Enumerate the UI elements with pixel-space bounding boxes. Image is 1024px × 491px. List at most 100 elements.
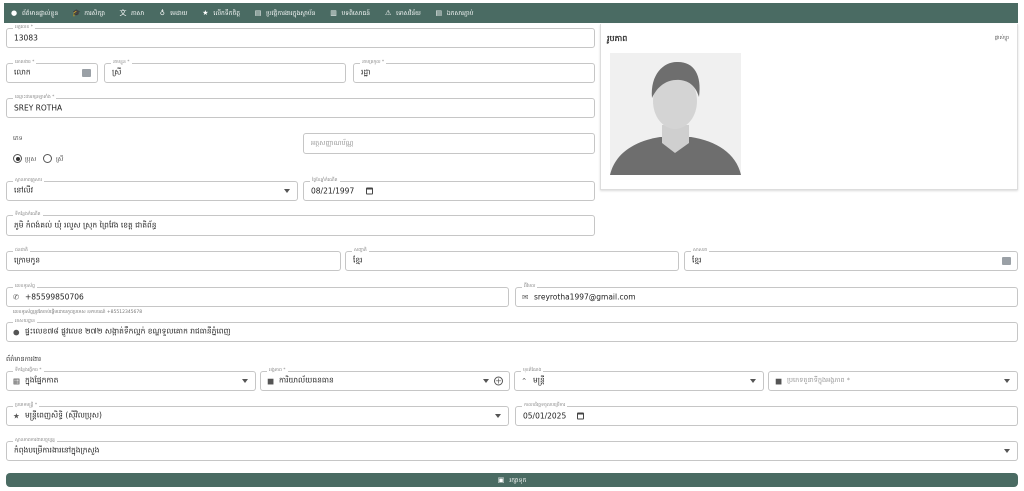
religion-select[interactable]: សាសនា ខ្មែរ bbox=[684, 247, 1018, 271]
clear-icon[interactable] bbox=[82, 69, 91, 77]
field-value: SREY ROTHA bbox=[14, 103, 63, 113]
email-icon: ✉ bbox=[522, 292, 529, 302]
tab-experience[interactable]: ▥ បទពិសោធន៍ bbox=[330, 3, 370, 23]
chevron-down-icon bbox=[242, 379, 248, 383]
phone-hint: លេខទូរស័ព្ទត្រូវតែចាប់ផ្តើមដោយកូដប្រទេស … bbox=[13, 310, 143, 315]
field-value: មន្ត្រី bbox=[533, 375, 545, 385]
clear-icon[interactable] bbox=[1002, 257, 1011, 265]
field-label: នាមត្រកូល * bbox=[360, 59, 387, 67]
field-value: ខ្មែរ bbox=[353, 255, 363, 265]
field-label: ប្រភេទមន្ត្រី * bbox=[13, 402, 40, 410]
field-value: មន្ត្រីពេញសិទ្ធិ (ស៊ីវិលប្រុស) bbox=[25, 410, 102, 420]
tab-label: ឯកសារភ្ជាប់ bbox=[446, 9, 474, 17]
workplace-select[interactable]: ទីកន្លែងធ្វើការ * ▦ ក្នុងផ្នែកកាត bbox=[6, 367, 256, 391]
email-field[interactable]: អ៊ីមែល ✉ sreyrotha1997@gmail.com bbox=[515, 283, 1018, 307]
tab-education[interactable]: 🎓 ការសិក្សា bbox=[72, 3, 105, 23]
unit-select[interactable]: អង្គភាព * ■ ការិយាល័យធនធាន + bbox=[260, 367, 510, 391]
tab-label: ព័ត៌មានផ្ទាល់ខ្លួន bbox=[22, 9, 59, 17]
chevron-down-icon bbox=[750, 379, 756, 383]
tab-discipline[interactable]: ⚠ ទោសវិន័យ bbox=[384, 3, 421, 23]
phone-icon: ✆ bbox=[13, 292, 20, 302]
tab-encouragement[interactable]: ★ លើកទឹកចិត្ត bbox=[201, 3, 240, 23]
birthplace-field[interactable]: ទីកន្លែងកំណើត ភូមិ កំពង់គល់ ឃុំ រលួស ស្រ… bbox=[6, 211, 595, 236]
calendar-icon[interactable] bbox=[366, 187, 373, 195]
start-date-field[interactable]: កាលបរិច្ឆេទចូលបម្រើការ 05/01/2025 bbox=[515, 402, 1018, 426]
change-photo-link[interactable]: ផ្លាស់ប្តូរ bbox=[995, 35, 1009, 42]
medal-icon: ♁ bbox=[159, 9, 165, 17]
field-placeholder: អត្តសញ្ញាណប័ណ្ណ bbox=[311, 138, 354, 147]
building-icon: ▦ bbox=[13, 376, 21, 386]
field-value: ក្នុងផ្នែកកាត bbox=[25, 375, 59, 385]
briefcase-icon: ■ bbox=[775, 376, 783, 386]
field-label: អត្តលេខ * bbox=[13, 24, 35, 32]
photo-card: រូបភាព ផ្លាស់ប្តូរ bbox=[600, 24, 1018, 190]
tab-label: ការសិក្សា bbox=[84, 9, 105, 17]
tab-attachments[interactable]: ▤ ឯកសារភ្ជាប់ bbox=[435, 3, 474, 23]
field-label: អង្គភាព * bbox=[267, 367, 288, 375]
field-value: ស្រី bbox=[112, 67, 122, 77]
last-name-field[interactable]: នាមត្រកូល * រដ្ឋា bbox=[353, 59, 595, 83]
field-label: គោរមងារ * bbox=[13, 59, 37, 67]
save-button[interactable]: ▣ រក្សាទុក bbox=[6, 473, 1018, 487]
address-field[interactable]: អាសយដ្ឋាន ● ផ្ទះលេខ៧៨ ផ្លូវលេខ ២៧២ សង្កា… bbox=[6, 318, 1018, 342]
field-placeholder: ប្រភេទតួនាទីក្នុងអង្គភាព * bbox=[787, 376, 850, 384]
person-silhouette-icon bbox=[610, 53, 741, 175]
field-label: សាសនា bbox=[691, 247, 710, 255]
field-label: ទីកន្លែងកំណើត bbox=[13, 211, 43, 219]
tab-work-history[interactable]: ▤ ប្រវត្តិការងារក្នុងស្ថាប័ន bbox=[254, 3, 316, 23]
ethnicity-field[interactable]: ជនជាតិ ក្រោមកូន bbox=[6, 247, 341, 271]
field-value: រដ្ឋា bbox=[361, 67, 371, 77]
gender-male-radio[interactable] bbox=[13, 154, 22, 163]
date-of-birth-field[interactable]: ថ្ងៃខែឆ្នាំកំណើត 08/21/1997 bbox=[303, 177, 595, 201]
field-value: sreyrotha1997@gmail.com bbox=[534, 292, 636, 302]
nationality-field[interactable]: សញ្ជាតិ ខ្មែរ bbox=[345, 247, 679, 271]
latin-name-field[interactable]: ឈ្មោះជាអក្សរឡាតាំង * SREY ROTHA bbox=[6, 94, 595, 118]
work-info-heading: ព័ត៌មានការងារ bbox=[6, 355, 42, 363]
field-value: 05/01/2025 bbox=[523, 411, 567, 421]
tab-label: មេដាយ bbox=[170, 9, 188, 17]
tab-personal-info[interactable]: ● ព័ត៌មានផ្ទាល់ខ្លួន bbox=[10, 3, 58, 23]
add-circle-icon[interactable]: + bbox=[494, 376, 503, 386]
gender-female-label: ស្រី bbox=[56, 156, 64, 163]
save-label: រក្សាទុក bbox=[509, 476, 527, 484]
work-status-select[interactable]: ស្ថានភាពការងារបច្ចុប្បន្ន កំពុងបម្រើការង… bbox=[6, 437, 1018, 461]
field-label: កាលបរិច្ឆេទចូលបម្រើការ bbox=[522, 402, 568, 410]
gender-female-radio[interactable] bbox=[43, 154, 52, 163]
phone-field[interactable]: លេខទូរស័ព្ទ ✆ +85599850706 bbox=[6, 283, 509, 307]
field-value: នៅលីវ bbox=[14, 185, 34, 195]
list-icon: ▥ bbox=[330, 9, 337, 17]
rank-chevrons-icon: ⌃ bbox=[521, 376, 528, 386]
tab-medal[interactable]: ♁ មេដាយ bbox=[158, 3, 188, 23]
field-label: នាមខ្លួន * bbox=[111, 59, 132, 67]
employee-id-field[interactable]: អត្តលេខ * 13083 bbox=[6, 24, 595, 48]
field-label: ទីកន្លែងធ្វើការ * bbox=[13, 367, 44, 375]
document-icon: ▤ bbox=[435, 9, 443, 17]
field-label: ថ្ងៃខែឆ្នាំកំណើត bbox=[310, 177, 340, 185]
field-label: មុខតំណែង bbox=[521, 367, 544, 375]
field-label: អាសយដ្ឋាន bbox=[13, 318, 37, 326]
star-icon: ★ bbox=[202, 9, 209, 17]
tab-language[interactable]: 文ភាសា bbox=[119, 3, 144, 23]
field-value: ក្រោមកូន bbox=[14, 255, 41, 265]
field-value: 08/21/1997 bbox=[311, 186, 355, 196]
field-value: ភូមិ កំពង់គល់ ឃុំ រលួស ស្រុក ព្រៃវែង ខេត… bbox=[14, 220, 157, 229]
calendar-icon[interactable] bbox=[577, 412, 584, 420]
briefcase-icon: ▤ bbox=[254, 9, 262, 17]
map-pin-icon: ● bbox=[13, 327, 20, 337]
field-label: ស្ថានភាពការងារបច្ចុប្បន្ន bbox=[13, 437, 57, 445]
chevron-down-icon bbox=[1004, 449, 1010, 453]
staff-type-select[interactable]: ប្រភេទមន្ត្រី * ★ មន្ត្រីពេញសិទ្ធិ (ស៊ីវ… bbox=[6, 402, 509, 426]
field-label: ជនជាតិ bbox=[13, 247, 30, 255]
warning-icon: ⚠ bbox=[384, 9, 392, 17]
photo-title: រូបភាព bbox=[607, 34, 628, 43]
marital-status-select[interactable]: ស្ថានភាពគ្រួសារ នៅលីវ bbox=[6, 177, 298, 201]
avatar-placeholder bbox=[610, 53, 741, 175]
first-name-field[interactable]: នាមខ្លួន * ស្រី bbox=[104, 59, 346, 83]
field-value: ផ្ទះលេខ៧៨ ផ្លូវលេខ ២៧២ សង្កាត់ទឹកល្អក់ ខ… bbox=[25, 326, 231, 336]
section-tab-bar: ● ព័ត៌មានផ្ទាល់ខ្លួន 🎓 ការសិក្សា 文ភាសា ♁ មេ… bbox=[4, 3, 1018, 23]
translate-icon: 文 bbox=[119, 9, 127, 17]
id-card-field[interactable]: អត្តសញ្ញាណប័ណ្ណ bbox=[303, 133, 595, 154]
role-type-select[interactable]: ■ ប្រភេទតួនាទីក្នុងអង្គភាព * bbox=[768, 371, 1018, 391]
position-select[interactable]: មុខតំណែង ⌃ មន្ត្រី bbox=[514, 367, 764, 391]
honorific-select[interactable]: គោរមងារ * លោក bbox=[6, 59, 98, 83]
